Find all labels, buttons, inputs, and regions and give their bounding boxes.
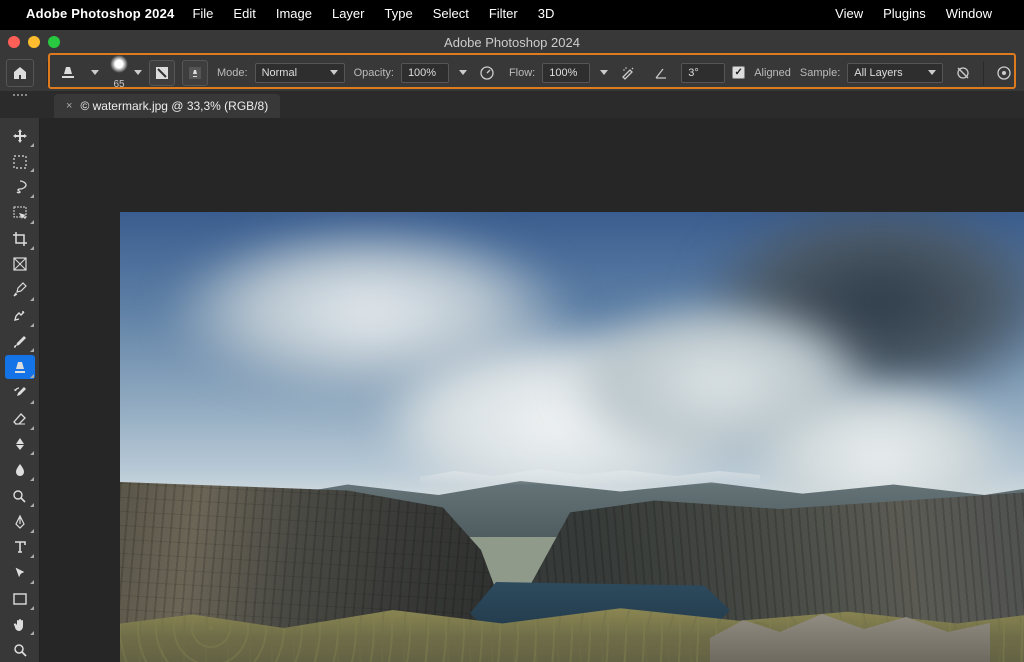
- clone-stamp-tool[interactable]: [5, 355, 35, 379]
- options-bar: 65 Mode: Normal Opacity: 100% Flow: 100%: [0, 54, 1024, 92]
- path-selection-tool[interactable]: [5, 561, 35, 585]
- object-selection-tool[interactable]: [5, 201, 35, 225]
- tool-preset-dropdown[interactable]: [91, 70, 99, 75]
- menu-filter[interactable]: Filter: [489, 6, 518, 21]
- menu-layer[interactable]: Layer: [332, 6, 365, 21]
- size-pressure-icon[interactable]: [991, 60, 1017, 86]
- menu-edit[interactable]: Edit: [233, 6, 255, 21]
- menu-file[interactable]: File: [192, 6, 213, 21]
- rectangle-tool[interactable]: [5, 587, 35, 611]
- app-name: Adobe Photoshop 2024: [26, 6, 174, 21]
- history-brush-tool[interactable]: [5, 381, 35, 405]
- blur-tool[interactable]: [5, 458, 35, 482]
- sample-select[interactable]: All Layers: [847, 63, 943, 83]
- flow-label: Flow:: [509, 67, 535, 79]
- brush-size-label: 65: [113, 79, 124, 90]
- brush-preset-picker[interactable]: 65: [110, 55, 142, 90]
- healing-brush-tool[interactable]: [5, 304, 35, 328]
- window-title: Adobe Photoshop 2024: [0, 35, 1024, 50]
- opacity-label: Opacity:: [354, 67, 394, 79]
- aligned-label: Aligned: [754, 67, 791, 79]
- app-window: Adobe Photoshop 2024 65: [0, 30, 1024, 662]
- opacity-dropdown[interactable]: [459, 70, 467, 75]
- crop-tool[interactable]: [5, 227, 35, 251]
- flow-input[interactable]: 100%: [542, 63, 590, 83]
- menu-image[interactable]: Image: [276, 6, 312, 21]
- opacity-input[interactable]: 100%: [401, 63, 449, 83]
- pen-tool[interactable]: [5, 510, 35, 534]
- panel-grip-icon[interactable]: [0, 92, 40, 102]
- dodge-tool[interactable]: [5, 484, 35, 508]
- menu-plugins[interactable]: Plugins: [883, 6, 926, 21]
- lasso-tool[interactable]: [5, 175, 35, 199]
- frame-tool[interactable]: [5, 253, 35, 277]
- document-image: [120, 212, 1024, 662]
- hand-tool[interactable]: [5, 613, 35, 637]
- gradient-tool[interactable]: [5, 433, 35, 457]
- angle-input[interactable]: 3°: [681, 63, 725, 83]
- clone-source-button[interactable]: [182, 60, 208, 86]
- brush-tool[interactable]: [5, 330, 35, 354]
- mac-menubar: Adobe Photoshop 2024 File Edit Image Layer T…: [0, 0, 1024, 26]
- document-tab-strip: × © watermark.jpg @ 33,3% (RGB/8): [0, 92, 1024, 118]
- document-tab[interactable]: × © watermark.jpg @ 33,3% (RGB/8): [54, 94, 280, 118]
- mode-select[interactable]: Normal: [255, 63, 345, 83]
- brush-settings-button[interactable]: [149, 60, 175, 86]
- window-titlebar: Adobe Photoshop 2024: [0, 30, 1024, 54]
- angle-icon: [648, 60, 674, 86]
- tools-panel: [0, 118, 40, 662]
- mode-label: Mode:: [217, 67, 248, 79]
- aligned-checkbox[interactable]: ✓: [732, 66, 745, 79]
- move-tool[interactable]: [5, 124, 35, 148]
- menu-window[interactable]: Window: [946, 6, 992, 21]
- sample-label: Sample:: [800, 67, 840, 79]
- marquee-tool[interactable]: [5, 150, 35, 174]
- eraser-tool[interactable]: [5, 407, 35, 431]
- home-button[interactable]: [6, 59, 34, 87]
- type-tool[interactable]: [5, 536, 35, 560]
- menu-type[interactable]: Type: [385, 6, 413, 21]
- tool-preset-icon[interactable]: [55, 60, 81, 86]
- canvas-area[interactable]: [40, 118, 1024, 662]
- close-tab-icon[interactable]: ×: [66, 100, 72, 112]
- eyedropper-tool[interactable]: [5, 278, 35, 302]
- document-tab-label: © watermark.jpg @ 33,3% (RGB/8): [80, 99, 268, 113]
- ignore-adjustment-icon[interactable]: [950, 60, 976, 86]
- menu-3d[interactable]: 3D: [538, 6, 555, 21]
- airbrush-icon[interactable]: [615, 60, 641, 86]
- menu-view[interactable]: View: [835, 6, 863, 21]
- opacity-pressure-icon[interactable]: [474, 60, 500, 86]
- flow-dropdown[interactable]: [600, 70, 608, 75]
- menu-select[interactable]: Select: [433, 6, 469, 21]
- zoom-tool[interactable]: [5, 638, 35, 662]
